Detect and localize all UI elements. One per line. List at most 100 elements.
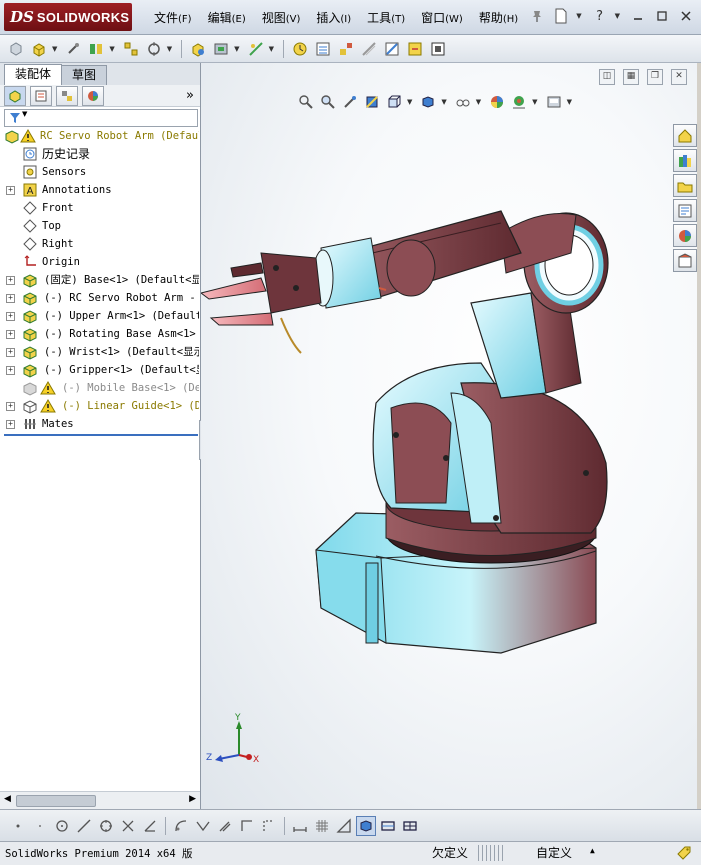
- appearances-scenes-icon[interactable]: [673, 224, 697, 247]
- explode-line-sketch-icon[interactable]: [359, 39, 379, 59]
- polygon-icon[interactable]: [96, 816, 116, 836]
- horizontal-scrollbar[interactable]: ◀ ▶: [0, 791, 200, 809]
- fillet-icon[interactable]: [171, 816, 191, 836]
- menu-window[interactable]: 窗口(W): [413, 9, 471, 27]
- tree-item-mates[interactable]: + Mates: [0, 415, 199, 433]
- help-dropdown-icon[interactable]: ▼: [615, 12, 620, 20]
- clearance-verification-icon[interactable]: [405, 39, 425, 59]
- reference-geometry-icon[interactable]: [246, 39, 266, 59]
- expand-icon[interactable]: +: [6, 366, 15, 375]
- line-icon[interactable]: [74, 816, 94, 836]
- new-document-icon[interactable]: [552, 7, 570, 25]
- new-motion-study-icon[interactable]: [290, 39, 310, 59]
- new-part-dropdown-icon[interactable]: ▼: [52, 45, 57, 53]
- status-units[interactable]: 自定义: [536, 844, 572, 861]
- expand-icon[interactable]: +: [6, 348, 15, 357]
- display-delete-relations-icon[interactable]: [334, 816, 354, 836]
- move-component-icon[interactable]: [144, 39, 164, 59]
- tree-item-wrist[interactable]: + (-) Wrist<1> (Default<显示状: [0, 343, 199, 361]
- interference-detection-icon[interactable]: [382, 39, 402, 59]
- tree-item-right-plane[interactable]: Right: [0, 235, 199, 253]
- expand-icon[interactable]: +: [6, 294, 15, 303]
- offset-icon[interactable]: [215, 816, 235, 836]
- sketch-picture-icon[interactable]: [400, 816, 420, 836]
- display-manager-tab-icon[interactable]: [82, 85, 104, 106]
- tree-root-assembly[interactable]: RC Servo Robot Arm (Default<显示: [0, 127, 199, 145]
- scroll-right-icon[interactable]: ▶: [189, 794, 196, 804]
- grid-icon[interactable]: [312, 816, 332, 836]
- view-palette-icon[interactable]: [673, 199, 697, 222]
- angle-line-icon[interactable]: [140, 816, 160, 836]
- design-library-icon[interactable]: [673, 149, 697, 172]
- tree-filter[interactable]: ▼: [4, 109, 198, 127]
- scroll-thumb[interactable]: [16, 795, 96, 807]
- dot-icon[interactable]: [30, 816, 50, 836]
- tree-item-sensors[interactable]: Sensors: [0, 163, 199, 181]
- features-dropdown-icon[interactable]: ▼: [234, 45, 239, 53]
- reference-dropdown-icon[interactable]: ▼: [269, 45, 274, 53]
- menu-file[interactable]: 文件(F): [146, 9, 200, 27]
- solidworks-resources-icon[interactable]: [673, 124, 697, 147]
- new-dropdown-icon[interactable]: ▼: [576, 12, 581, 20]
- restore-icon[interactable]: [653, 7, 671, 25]
- tree-item-rotating-base[interactable]: + (-) Rotating Base Asm<1> (D: [0, 325, 199, 343]
- menu-edit[interactable]: 编辑(E): [200, 9, 254, 27]
- tree-item-origin[interactable]: Origin: [0, 253, 199, 271]
- tree-item-linear-guide[interactable]: + (-) Linear Guide<1> (Default: [0, 397, 199, 415]
- construction-geometry-icon[interactable]: [259, 816, 279, 836]
- robot-arm-model[interactable]: [201, 63, 697, 809]
- point-icon[interactable]: [8, 816, 28, 836]
- shaded-sketch-icon[interactable]: [356, 815, 376, 836]
- tag-icon[interactable]: [676, 845, 692, 861]
- close-icon[interactable]: [677, 7, 695, 25]
- expand-icon[interactable]: +: [6, 420, 15, 429]
- units-dropdown-icon[interactable]: ▲: [590, 846, 595, 855]
- pin-icon[interactable]: [528, 7, 546, 25]
- menu-help[interactable]: 帮助(H): [471, 9, 526, 27]
- expand-icon[interactable]: +: [6, 276, 15, 285]
- tree-item-rc-servo-subassembly[interactable]: + (-) RC Servo Robot Arm - A: [0, 289, 199, 307]
- scroll-left-icon[interactable]: ◀: [4, 794, 11, 804]
- tree-item-top-plane[interactable]: Top: [0, 217, 199, 235]
- tab-sketch[interactable]: 草图: [61, 65, 108, 85]
- custom-properties-icon[interactable]: [673, 249, 697, 272]
- menu-tools[interactable]: 工具(T): [359, 9, 413, 27]
- solidworks-logo[interactable]: DS SOLIDWORKS: [4, 3, 132, 31]
- filter-dropdown-icon[interactable]: ▼: [22, 110, 27, 118]
- tree-item-gripper[interactable]: + (-) Gripper<1> (Default<显示: [0, 361, 199, 379]
- smart-dimension-icon[interactable]: [290, 816, 310, 836]
- trim-icon[interactable]: [118, 816, 138, 836]
- configuration-manager-tab-icon[interactable]: [56, 85, 78, 106]
- assembly-features-icon[interactable]: [211, 39, 231, 59]
- tree-item-front-plane[interactable]: Front: [0, 199, 199, 217]
- bill-of-materials-icon[interactable]: [313, 39, 333, 59]
- expand-icon[interactable]: +: [6, 312, 15, 321]
- linear-pattern-icon[interactable]: [121, 39, 141, 59]
- expand-icon[interactable]: +: [6, 330, 15, 339]
- graphics-area[interactable]: ◫ ▦ ❐ ✕ ▼ ▼ ▼ ▼ ▼ Y Z X: [201, 63, 697, 809]
- more-tabs-icon[interactable]: »: [186, 88, 194, 103]
- circle-icon[interactable]: [52, 816, 72, 836]
- chamfer-icon[interactable]: [193, 816, 213, 836]
- corner-icon[interactable]: [237, 816, 257, 836]
- menu-view[interactable]: 视图(V): [254, 9, 309, 27]
- expand-icon[interactable]: +: [6, 186, 15, 195]
- mate-dropdown-icon[interactable]: ▼: [109, 45, 114, 53]
- smart-fasteners-icon[interactable]: [63, 39, 83, 59]
- feature-manager-tab-icon[interactable]: [4, 85, 26, 106]
- instant3d-icon[interactable]: [428, 39, 448, 59]
- exploded-view-icon[interactable]: [336, 39, 356, 59]
- expand-icon[interactable]: +: [6, 402, 15, 411]
- move-dropdown-icon[interactable]: ▼: [167, 45, 172, 53]
- tree-item-mobile-base[interactable]: (-) Mobile Base<1> (Default: [0, 379, 199, 397]
- help-icon[interactable]: ?: [591, 7, 609, 25]
- menu-insert[interactable]: 插入(I): [308, 9, 359, 27]
- mate-icon[interactable]: [86, 39, 106, 59]
- tree-item-annotations[interactable]: + A Annotations: [0, 181, 199, 199]
- property-manager-tab-icon[interactable]: [30, 85, 52, 106]
- tree-item-upper-arm[interactable]: + (-) Upper Arm<1> (Default<显: [0, 307, 199, 325]
- tree-item-history[interactable]: 历史记录: [0, 145, 199, 163]
- minimize-icon[interactable]: [629, 7, 647, 25]
- tree-item-base[interactable]: + (固定) Base<1> (Default<显示: [0, 271, 199, 289]
- file-explorer-icon[interactable]: [673, 174, 697, 197]
